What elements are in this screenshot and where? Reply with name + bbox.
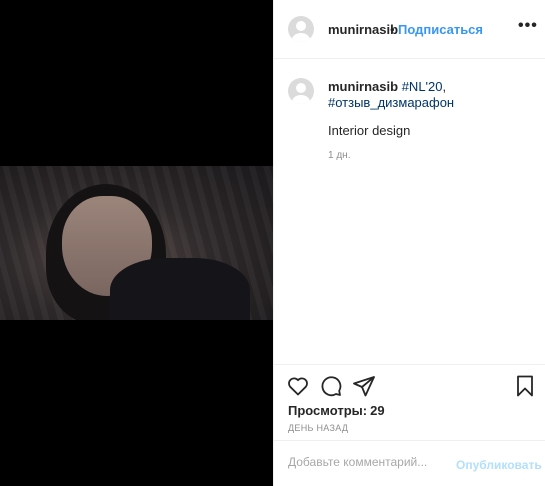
avatar[interactable]	[288, 16, 314, 42]
separator-dot: •	[390, 22, 395, 37]
views-label: Просмотры:	[288, 403, 368, 418]
video-frame[interactable]	[0, 166, 273, 320]
post-header: munirnasib • Подписаться •••	[274, 0, 545, 59]
comment-input[interactable]	[288, 455, 448, 469]
video-subject-shirt	[110, 258, 250, 320]
post-panel: munirnasib • Подписаться ••• munirnasib …	[273, 0, 545, 486]
follow-button[interactable]: Подписаться	[398, 22, 483, 37]
caption-username[interactable]: munirnasib	[328, 79, 398, 94]
author-username[interactable]: munirnasib	[328, 22, 398, 37]
caption-avatar[interactable]	[288, 78, 314, 104]
caption-text: Interior design	[328, 123, 411, 138]
post-timestamp[interactable]: ДЕНЬ НАЗАД	[288, 423, 348, 433]
caption-separator: ,	[442, 79, 447, 94]
share-icon[interactable]	[352, 374, 376, 398]
bookmark-icon[interactable]	[513, 374, 537, 398]
hashtag-link[interactable]: #отзыв_дизмарафон	[328, 95, 454, 110]
caption-age[interactable]: 1 дн.	[328, 150, 350, 161]
post-actions: Просмотры: 29 ДЕНЬ НАЗАД	[274, 364, 545, 440]
more-options-icon[interactable]: •••	[518, 17, 538, 35]
video-player[interactable]	[0, 0, 273, 486]
comment-icon[interactable]	[319, 374, 343, 398]
views-counter[interactable]: Просмотры: 29	[288, 403, 385, 418]
heart-icon[interactable]	[286, 374, 310, 398]
add-comment-bar: Опубликовать	[274, 440, 545, 486]
publish-button[interactable]: Опубликовать	[456, 458, 542, 472]
hashtag-link[interactable]: #NL'20	[402, 79, 443, 94]
caption-body: munirnasib #NL'20, #отзыв_дизмарафон	[328, 79, 528, 111]
views-count: 29	[370, 403, 385, 418]
